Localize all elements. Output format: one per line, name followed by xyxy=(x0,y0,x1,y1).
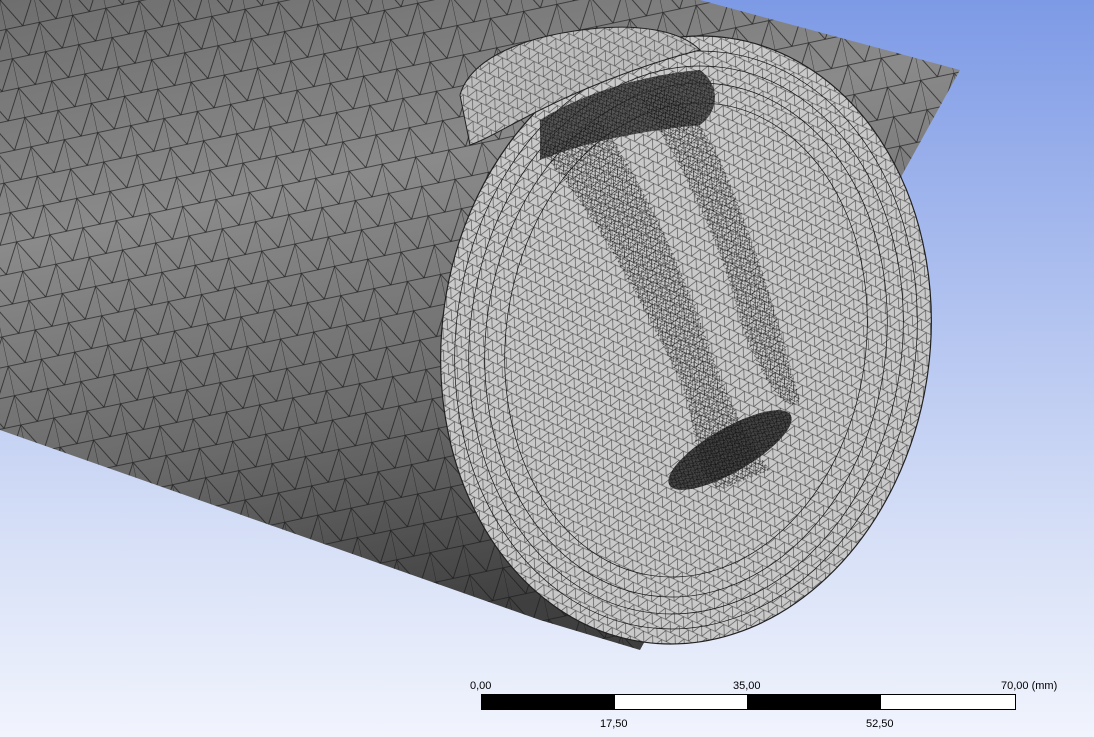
mesh-model[interactable] xyxy=(0,0,1094,737)
graphics-viewport[interactable]: 0,00 35,00 70,00 (mm) 17,50 52,50 xyxy=(0,0,1094,737)
